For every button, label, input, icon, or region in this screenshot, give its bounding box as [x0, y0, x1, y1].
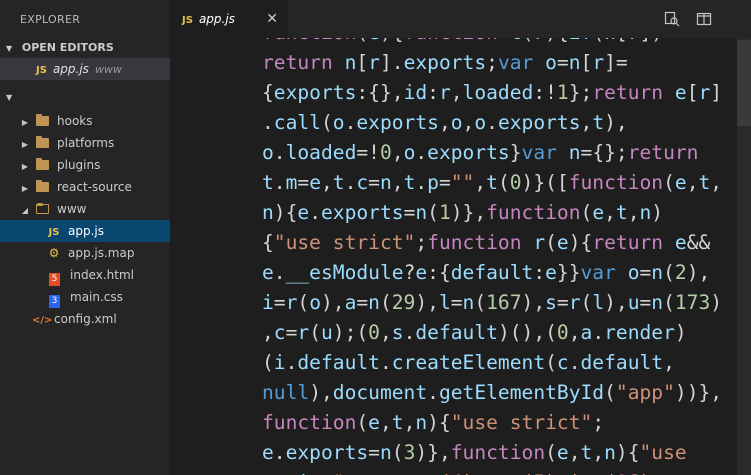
- code-line[interactable]: strict";var r=n(4),o=n(5),i=n(16),a: [262, 468, 722, 475]
- tree-folder-react-source[interactable]: ▶ react-source: [0, 176, 170, 198]
- open-changes-icon[interactable]: [664, 11, 680, 27]
- open-editors-header[interactable]: ▼ OPEN EDITORS: [0, 38, 170, 58]
- tree-folder-www[interactable]: ◢ www: [0, 198, 170, 220]
- code-line[interactable]: o.loaded=!0,o.exports}var n={};return: [262, 138, 722, 168]
- tree-item-label: react-source: [57, 180, 132, 194]
- tree-file-app-js-map[interactable]: ⚙ app.js.map: [0, 242, 170, 264]
- code-line[interactable]: ,c=r(u);(0,s.default)(),(0,a.render): [262, 318, 722, 348]
- tree-folder-platforms[interactable]: ▶ platforms: [0, 132, 170, 154]
- html-file-icon: 5: [49, 273, 60, 286]
- open-editor-item[interactable]: JS app.js www: [0, 58, 170, 80]
- open-editor-filename: app.js: [52, 62, 89, 76]
- tree-file-app-js[interactable]: JS app.js: [0, 220, 170, 242]
- folder-icon: [36, 114, 49, 126]
- minimap-scrollbar[interactable]: [737, 38, 751, 475]
- tree-item-label: index.html: [70, 268, 134, 282]
- code-editor[interactable]: function(e){function t(r){if(n[r])return…: [170, 38, 751, 475]
- scrollbar-thumb[interactable]: [737, 40, 751, 126]
- tree-item-label: app.js: [68, 224, 104, 238]
- tree-folder-plugins[interactable]: ▶ plugins: [0, 154, 170, 176]
- close-icon[interactable]: ✕: [266, 0, 278, 38]
- folder-icon: [36, 203, 49, 214]
- js-file-icon: JS: [48, 227, 60, 238]
- css-file-icon: 3: [49, 295, 60, 308]
- tab-app-js[interactable]: JS app.js ✕: [170, 0, 288, 38]
- file-tree: ▶ hooks ▶ platforms ▶ plugins ▶ react-source ◢ ww…: [0, 110, 170, 330]
- tree-file-config-xml[interactable]: </> config.xml: [0, 308, 170, 330]
- tree-item-label: www: [57, 202, 87, 216]
- tree-folder-hooks[interactable]: ▶ hooks: [0, 110, 170, 132]
- tree-item-label: hooks: [57, 114, 93, 128]
- tree-item-label: plugins: [57, 158, 101, 172]
- open-editor-dir: www: [94, 63, 122, 76]
- code-line[interactable]: e.__esModule?e:{default:e}}var o=n(2),: [262, 258, 722, 288]
- js-file-icon: JS: [182, 15, 193, 26]
- tree-item-label: config.xml: [54, 312, 117, 326]
- split-editor-icon[interactable]: [696, 11, 712, 27]
- code-line[interactable]: t.m=e,t.c=n,t.p="",t(0)}([function(e,t,: [262, 168, 722, 198]
- code-line[interactable]: function(e){function t(r){if(n[r]): [262, 38, 722, 48]
- code-line[interactable]: (i.default.createElement(c.default,: [262, 348, 722, 378]
- tree-file-index-html[interactable]: 5 index.html: [0, 264, 170, 286]
- xml-file-icon: </>: [32, 315, 53, 326]
- code-line[interactable]: {exports:{},id:r,loaded:!1};return e[r]: [262, 78, 722, 108]
- code-line[interactable]: function(e,t,n){"use strict";: [262, 408, 722, 438]
- code-line[interactable]: n){e.exports=n(1)},function(e,t,n): [262, 198, 722, 228]
- code-content[interactable]: function(e){function t(r){if(n[r])return…: [262, 38, 722, 475]
- tree-item-label: platforms: [57, 136, 115, 150]
- chevron-right-icon: ▶: [21, 140, 29, 149]
- js-file-icon: JS: [36, 65, 47, 76]
- tab-label: app.js: [198, 12, 235, 26]
- chevron-right-icon: ▶: [21, 184, 29, 193]
- code-line[interactable]: .call(o.exports,o,o.exports,t),: [262, 108, 722, 138]
- code-line[interactable]: return n[r].exports;var o=n[r]=: [262, 48, 722, 78]
- tree-item-label: main.css: [70, 290, 123, 304]
- chevron-right-icon: ▶: [21, 162, 29, 171]
- code-line[interactable]: i=r(o),a=n(29),l=n(167),s=r(l),u=n(173): [262, 288, 722, 318]
- code-line[interactable]: null),document.getElementById("app"))},: [262, 378, 722, 408]
- open-editors-label: OPEN EDITORS: [21, 41, 114, 54]
- code-line[interactable]: {"use strict";function r(e){return e&&: [262, 228, 722, 258]
- tree-item-label: app.js.map: [68, 246, 135, 260]
- tab-bar: JS app.js ✕: [170, 0, 751, 38]
- map-file-icon: ⚙: [48, 246, 60, 260]
- project-section-header[interactable]: ▼: [0, 86, 170, 106]
- chevron-right-icon: ▶: [21, 118, 29, 127]
- chevron-down-icon: ▼: [6, 44, 13, 53]
- explorer-title: EXPLORER: [20, 13, 81, 26]
- folder-icon: [36, 136, 49, 148]
- explorer-sidebar: EXPLORER ▼ OPEN EDITORS JS app.js www ▼ ▶ h…: [0, 0, 170, 475]
- folder-icon: [36, 180, 49, 192]
- code-line[interactable]: e.exports=n(3)},function(e,t,n){"use: [262, 438, 722, 468]
- chevron-down-icon: ◢: [21, 206, 29, 215]
- chevron-down-icon: ▼: [6, 93, 13, 102]
- folder-icon: [36, 158, 49, 170]
- tree-file-main-css[interactable]: 3 main.css: [0, 286, 170, 308]
